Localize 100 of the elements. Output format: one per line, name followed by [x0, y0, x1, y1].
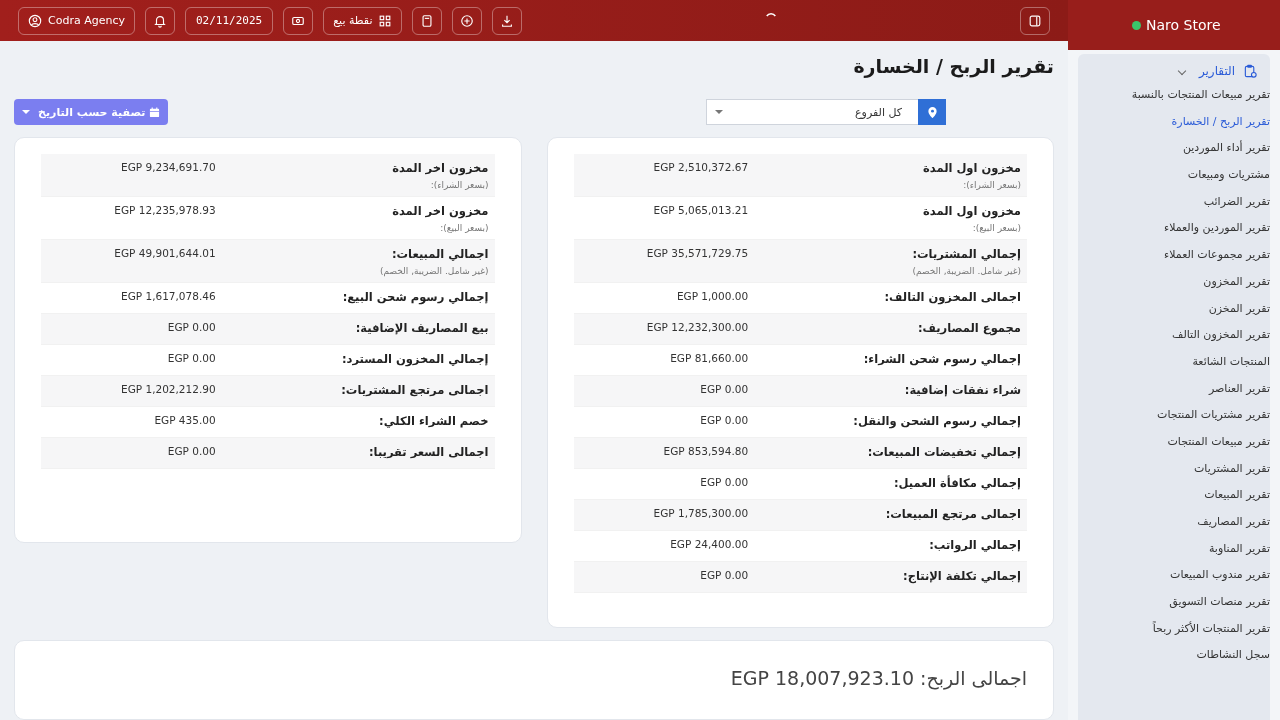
row-value: EGP 0.00	[167, 445, 216, 457]
sidebar-item[interactable]: تقرير منصات التسويق	[1078, 589, 1270, 616]
row-label: إجمالي تخفيضات المبيعات:	[866, 445, 1021, 459]
row-value: EGP 5,065,013.21	[653, 204, 749, 216]
row-value: EGP 81,660.00	[670, 352, 749, 364]
clipboard-icon	[1243, 63, 1258, 79]
sidebar-item[interactable]: مشتريات ومبيعات	[1078, 162, 1270, 189]
row-label: مجموع المصاريف:	[916, 321, 1021, 335]
row-note: (غير شامل. الضريبة, الخصم)	[911, 266, 1021, 276]
row-note: (بسعر الشراء):	[429, 180, 489, 190]
download-button[interactable]	[492, 6, 523, 35]
row-label: اجمالي المبيعات:	[390, 247, 489, 261]
row-note: (غير شامل. الضريبة, الخصم)	[378, 266, 489, 276]
row-value: EGP 853,594.80	[663, 445, 749, 457]
download-icon	[500, 13, 515, 28]
notifications-button[interactable]	[144, 6, 175, 35]
row-value: EGP 35,571,729.75	[646, 247, 749, 259]
sidebar-item[interactable]: تقرير المبيعات	[1078, 482, 1270, 509]
sidebar-item[interactable]: تقرير العناصر	[1078, 375, 1270, 403]
caret-icon	[715, 110, 723, 114]
cash-button[interactable]	[283, 6, 314, 35]
row-value: EGP 435.00	[154, 414, 216, 426]
sidebar-item[interactable]: تقرير الموردين والعملاء	[1078, 215, 1270, 243]
row-value: EGP 9,234,691.70	[121, 161, 216, 173]
pos-button[interactable]: نقطة بيع	[323, 6, 403, 35]
bell-icon	[152, 13, 167, 28]
row-note: (بسعر البيع):	[971, 223, 1021, 233]
row-value: EGP 12,232,300.00	[646, 321, 749, 333]
row-value: EGP 1,202,212.90	[121, 383, 216, 395]
sidebar-item[interactable]: تقرير المخزون	[1078, 268, 1270, 296]
row-value: EGP 24,400.00	[670, 538, 749, 550]
row-label: اجمالى المخزون التالف:	[883, 290, 1021, 304]
brand-name: Naro Store	[1146, 17, 1221, 33]
row-value: EGP 0.00	[700, 383, 749, 395]
location-pin-icon	[918, 99, 946, 125]
branch-select[interactable]: كل الفروع	[706, 99, 946, 125]
row-note: (بسعر البيع):	[439, 223, 489, 233]
add-button[interactable]	[452, 6, 483, 35]
row-label: مخزون اول المدة	[922, 161, 1021, 175]
row-label: مخزون اخر المدة	[391, 204, 489, 218]
date-button[interactable]: 02/11/2025	[184, 6, 274, 35]
row-label: إجمالي مكافأة العميل:	[893, 476, 1021, 490]
panel-icon	[1028, 13, 1042, 28]
row-value: EGP 1,785,300.00	[653, 507, 749, 519]
sidebar-item[interactable]: تقرير أداء الموردين	[1078, 135, 1270, 163]
row-label: إجمالي رسوم شحن البيع:	[341, 290, 489, 304]
row-value: EGP 49,901,644.01	[114, 247, 216, 259]
row-label: إجمالي المشتريات:	[911, 247, 1021, 261]
sidebar-item[interactable]: تقرير مندوب المبيعات	[1078, 562, 1270, 590]
sidebar-item[interactable]: تقرير المخزن	[1078, 295, 1270, 323]
sidebar-item[interactable]: تقرير المخزون التالف	[1078, 322, 1270, 349]
calculator-button[interactable]	[412, 6, 443, 35]
row-label: إجمالي الرواتب:	[928, 538, 1021, 552]
reports-group-header[interactable]: التقارير	[1078, 60, 1270, 82]
row-value: EGP 2,510,372.67	[653, 161, 749, 173]
sidebar-toggle-button[interactable]	[1020, 6, 1050, 35]
sidebar-item[interactable]: تقرير مجموعات العملاء	[1078, 242, 1270, 269]
row-label: بيع المصاريف الإضافية:	[354, 321, 489, 335]
user-icon	[28, 13, 42, 28]
row-value: EGP 0.00	[700, 476, 749, 488]
status-dot-icon	[1132, 20, 1141, 30]
row-value: EGP 1,000.00	[676, 290, 749, 302]
row-value: EGP 0.00	[167, 352, 216, 364]
sidebar-item[interactable]: تقرير المنتجات الأكثر ربحاً	[1078, 615, 1270, 643]
sidebar-item[interactable]: تقرير المصاريف	[1078, 509, 1270, 536]
sidebar-item[interactable]: تقرير مشتريات المنتجات	[1078, 402, 1270, 429]
total-profit-text: اجمالى الربح: EGP 18,007,923.10	[730, 667, 1027, 689]
row-value: EGP 1,617,078.46	[121, 290, 216, 302]
row-label: خصم الشراء الكلي:	[378, 414, 489, 428]
sidebar-item[interactable]: تقرير مبيعات المنتجات بالنسبة	[1078, 82, 1270, 109]
sidebar-item[interactable]: تقرير المناوبة	[1078, 535, 1270, 563]
calculator-icon	[420, 13, 435, 28]
row-label: مخزون اخر المدة	[391, 161, 489, 175]
grid-icon	[378, 13, 393, 28]
sidebar-item[interactable]: تقرير مبيعات المنتجات	[1078, 428, 1270, 456]
caret-icon	[22, 110, 30, 114]
loading-spinner-icon	[766, 12, 777, 17]
plus-circle-icon	[460, 13, 475, 28]
row-label: اجمالى مرتجع المشتريات:	[340, 383, 489, 397]
row-label: إجمالي رسوم الشحن والنقل:	[852, 414, 1021, 428]
sidebar-item[interactable]: تقرير المشتريات	[1078, 455, 1270, 483]
sidebar-item[interactable]: المنتجات الشائعة	[1078, 348, 1270, 376]
row-value: EGP 0.00	[700, 414, 749, 426]
row-label: إجمالي المخزون المسترد:	[340, 352, 489, 366]
user-button[interactable]: Codra Agency	[18, 6, 135, 35]
row-value: EGP 0.00	[700, 569, 749, 581]
row-label: اجمالى السعر تقريبا:	[368, 445, 489, 459]
sidebar-item[interactable]: تقرير الربح / الخسارة	[1078, 108, 1270, 136]
row-value: EGP 0.00	[167, 321, 216, 333]
row-label: شراء نفقات إضافية:	[903, 383, 1021, 397]
row-label: إجمالي تكلفة الإنتاج:	[902, 569, 1021, 583]
row-label: مخزون اول المدة	[922, 204, 1021, 218]
calendar-icon	[149, 106, 161, 118]
row-label: إجمالي رسوم شحن الشراء:	[862, 352, 1021, 366]
sidebar-item[interactable]: سجل النشاطات	[1078, 642, 1270, 670]
page-title: تقرير الربح / الخسارة	[852, 55, 1054, 77]
sidebar-item[interactable]: تقرير الضرائب	[1078, 188, 1270, 216]
row-label: اجمالى مرتجع المبيعات:	[884, 507, 1021, 521]
row-value: EGP 12,235,978.93	[114, 204, 216, 216]
row-note: (بسعر الشراء):	[962, 180, 1021, 190]
